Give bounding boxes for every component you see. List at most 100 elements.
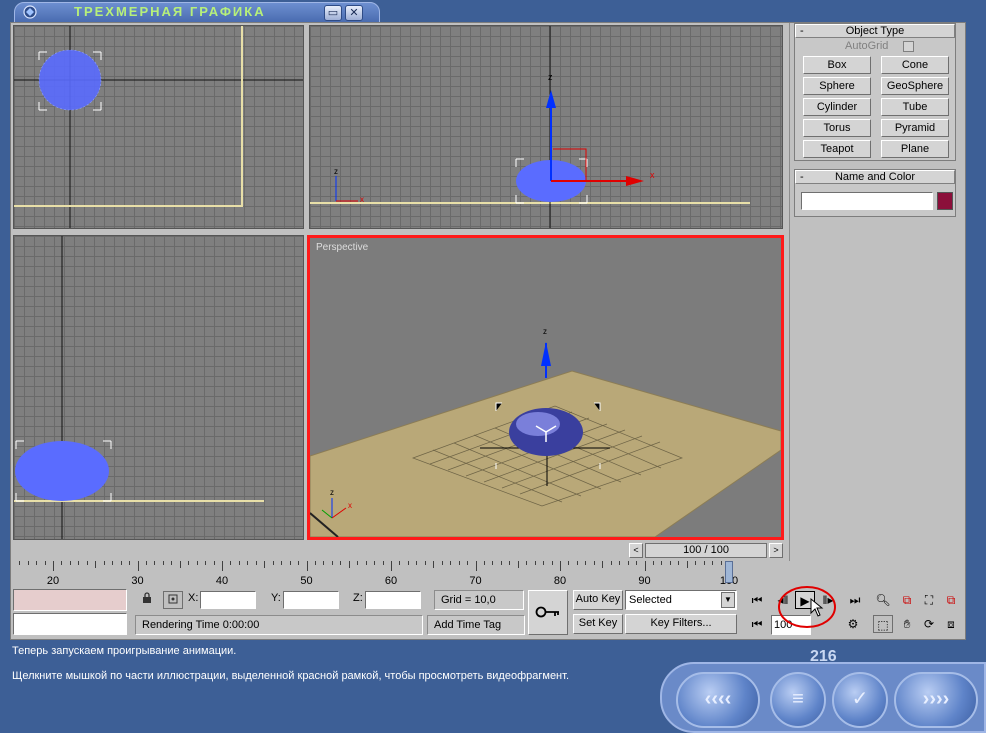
- object-name-field[interactable]: [801, 192, 933, 210]
- x-coordinate-field[interactable]: [200, 591, 256, 609]
- app-logo-icon: [23, 5, 37, 19]
- trackbar-tick: [475, 561, 477, 571]
- trackbar-tick: [205, 561, 207, 565]
- close-button[interactable]: ✕: [345, 5, 363, 21]
- trackbar-tick: [576, 561, 578, 565]
- key-icon[interactable]: [528, 590, 568, 635]
- autogrid-checkbox[interactable]: [903, 41, 914, 52]
- trackbar-tick: [424, 561, 426, 565]
- contents-menu-icon[interactable]: ≡: [770, 672, 826, 728]
- selection-set-dropdown[interactable]: Selected ▼: [625, 590, 737, 610]
- box-button[interactable]: Box: [803, 56, 871, 74]
- torus-button[interactable]: Torus: [803, 119, 871, 137]
- viewport-perspective[interactable]: Perspective z z x: [307, 235, 784, 540]
- previous-page-icon[interactable]: ‹‹‹‹: [676, 672, 760, 728]
- trackbar-tick: [374, 561, 376, 565]
- trackbar-tick: [238, 561, 240, 565]
- minimize-button[interactable]: ▭: [324, 5, 342, 21]
- lock-icon[interactable]: [137, 591, 157, 609]
- set-key-button[interactable]: Set Key: [573, 614, 623, 634]
- name-color-rollout-header[interactable]: - Name and Color: [795, 170, 955, 184]
- teapot-button[interactable]: Teapot: [803, 140, 871, 158]
- trackbar-tick: [407, 561, 409, 565]
- trackbar-tick: [61, 561, 63, 565]
- trackbar-tick: [669, 561, 671, 565]
- check-icon[interactable]: ✓: [832, 672, 888, 728]
- trackbar-tick: [323, 561, 325, 565]
- absolute-mode-icon[interactable]: [163, 591, 183, 609]
- plane-button[interactable]: Plane: [881, 140, 949, 158]
- trackbar-tick: [145, 561, 147, 565]
- object-type-rollout-header[interactable]: - Object Type: [795, 24, 955, 38]
- zoom-extents-icon[interactable]: ⛶: [919, 591, 939, 609]
- object-color-swatch[interactable]: [937, 192, 953, 210]
- y-label: Y:: [271, 592, 281, 604]
- pyramid-button[interactable]: Pyramid: [881, 119, 949, 137]
- trackbar-tick: [517, 561, 519, 568]
- chevron-down-icon[interactable]: ▼: [721, 592, 735, 608]
- trackbar-tick: [272, 561, 274, 565]
- trackbar-tick: [53, 561, 54, 571]
- status-bar: X: Y: Z: Grid = 10,0 Rendering Time 0:00…: [13, 586, 963, 639]
- sphere-button[interactable]: Sphere: [803, 77, 871, 95]
- next-page-icon[interactable]: ››››: [894, 672, 978, 728]
- key-mode-icon[interactable]: ⏮: [747, 615, 767, 633]
- go-to-start-icon[interactable]: ⏮: [747, 591, 767, 609]
- region-zoom-icon[interactable]: ⬚: [873, 615, 893, 633]
- viewport-front[interactable]: z x z x: [309, 25, 783, 229]
- trackbar-tick: [103, 561, 105, 565]
- trackbar-tick: [551, 561, 553, 565]
- trackbar-handle[interactable]: [725, 561, 733, 583]
- add-time-tag-button[interactable]: Add Time Tag: [427, 615, 525, 635]
- tube-button[interactable]: Tube: [881, 98, 949, 116]
- pan-hand-icon[interactable]: ✋︎: [897, 615, 917, 633]
- viewport-left[interactable]: [13, 235, 304, 540]
- trackbar-tick-label: 50: [300, 575, 313, 587]
- trackbar-tick: [627, 561, 629, 565]
- trackbar-tick: [382, 561, 384, 565]
- trackbar-tick: [188, 561, 190, 565]
- svg-text:z: z: [548, 72, 553, 82]
- cone-button[interactable]: Cone: [881, 56, 949, 74]
- zoom-all-icon[interactable]: ⧉: [897, 591, 917, 609]
- trackbar[interactable]: 2030405060708090100: [13, 561, 963, 587]
- viewport-front-scene: z x z x: [310, 26, 750, 228]
- trackbar-tick: [450, 561, 452, 565]
- collapse-icon: -: [800, 171, 804, 183]
- time-config-icon[interactable]: ⚙: [843, 615, 863, 633]
- frame-counter[interactable]: 100 / 100: [645, 543, 767, 558]
- trackbar-tick: [483, 561, 485, 565]
- viewport-left-scene: [14, 236, 264, 539]
- trackbar-tick: [593, 561, 595, 565]
- geosphere-button[interactable]: GeoSphere: [881, 77, 949, 95]
- trackbar-tick: [247, 561, 249, 565]
- trackbar-tick: [196, 561, 198, 565]
- go-to-end-icon[interactable]: ⏭: [845, 591, 865, 609]
- trackbar-tick: [264, 561, 266, 568]
- trackbar-tick: [500, 561, 502, 565]
- viewport-top[interactable]: [13, 25, 304, 229]
- y-coordinate-field[interactable]: [283, 591, 339, 609]
- trackbar-tick: [171, 561, 173, 565]
- trackbar-tick: [610, 561, 612, 565]
- key-filters-button[interactable]: Key Filters...: [625, 614, 737, 634]
- trackbar-tick-label: 20: [46, 575, 60, 587]
- trackbar-tick: [95, 561, 97, 568]
- lesson-instruction-2: Щелкните мышкой по части иллюстрации, вы…: [12, 670, 570, 682]
- z-coordinate-field[interactable]: [365, 591, 421, 609]
- trackbar-tick: [492, 561, 494, 565]
- trackbar-tick: [458, 561, 460, 565]
- zoom-extents-all-icon[interactable]: ⧉: [941, 591, 961, 609]
- time-slider-next-button[interactable]: >: [769, 543, 783, 558]
- maxscript-listener-white[interactable]: [13, 613, 127, 635]
- maximize-viewport-icon[interactable]: ⧈: [941, 615, 961, 633]
- auto-key-button[interactable]: Auto Key: [573, 590, 623, 610]
- trackbar-tick: [560, 561, 561, 571]
- cylinder-button[interactable]: Cylinder: [803, 98, 871, 116]
- trackbar-tick: [585, 561, 587, 565]
- maxscript-listener-pink[interactable]: [13, 589, 127, 611]
- arc-rotate-icon[interactable]: ⟳: [919, 615, 939, 633]
- zoom-icon[interactable]: 🔍︎: [873, 591, 893, 609]
- trackbar-tick: [154, 561, 156, 565]
- time-slider-prev-button[interactable]: <: [629, 543, 643, 558]
